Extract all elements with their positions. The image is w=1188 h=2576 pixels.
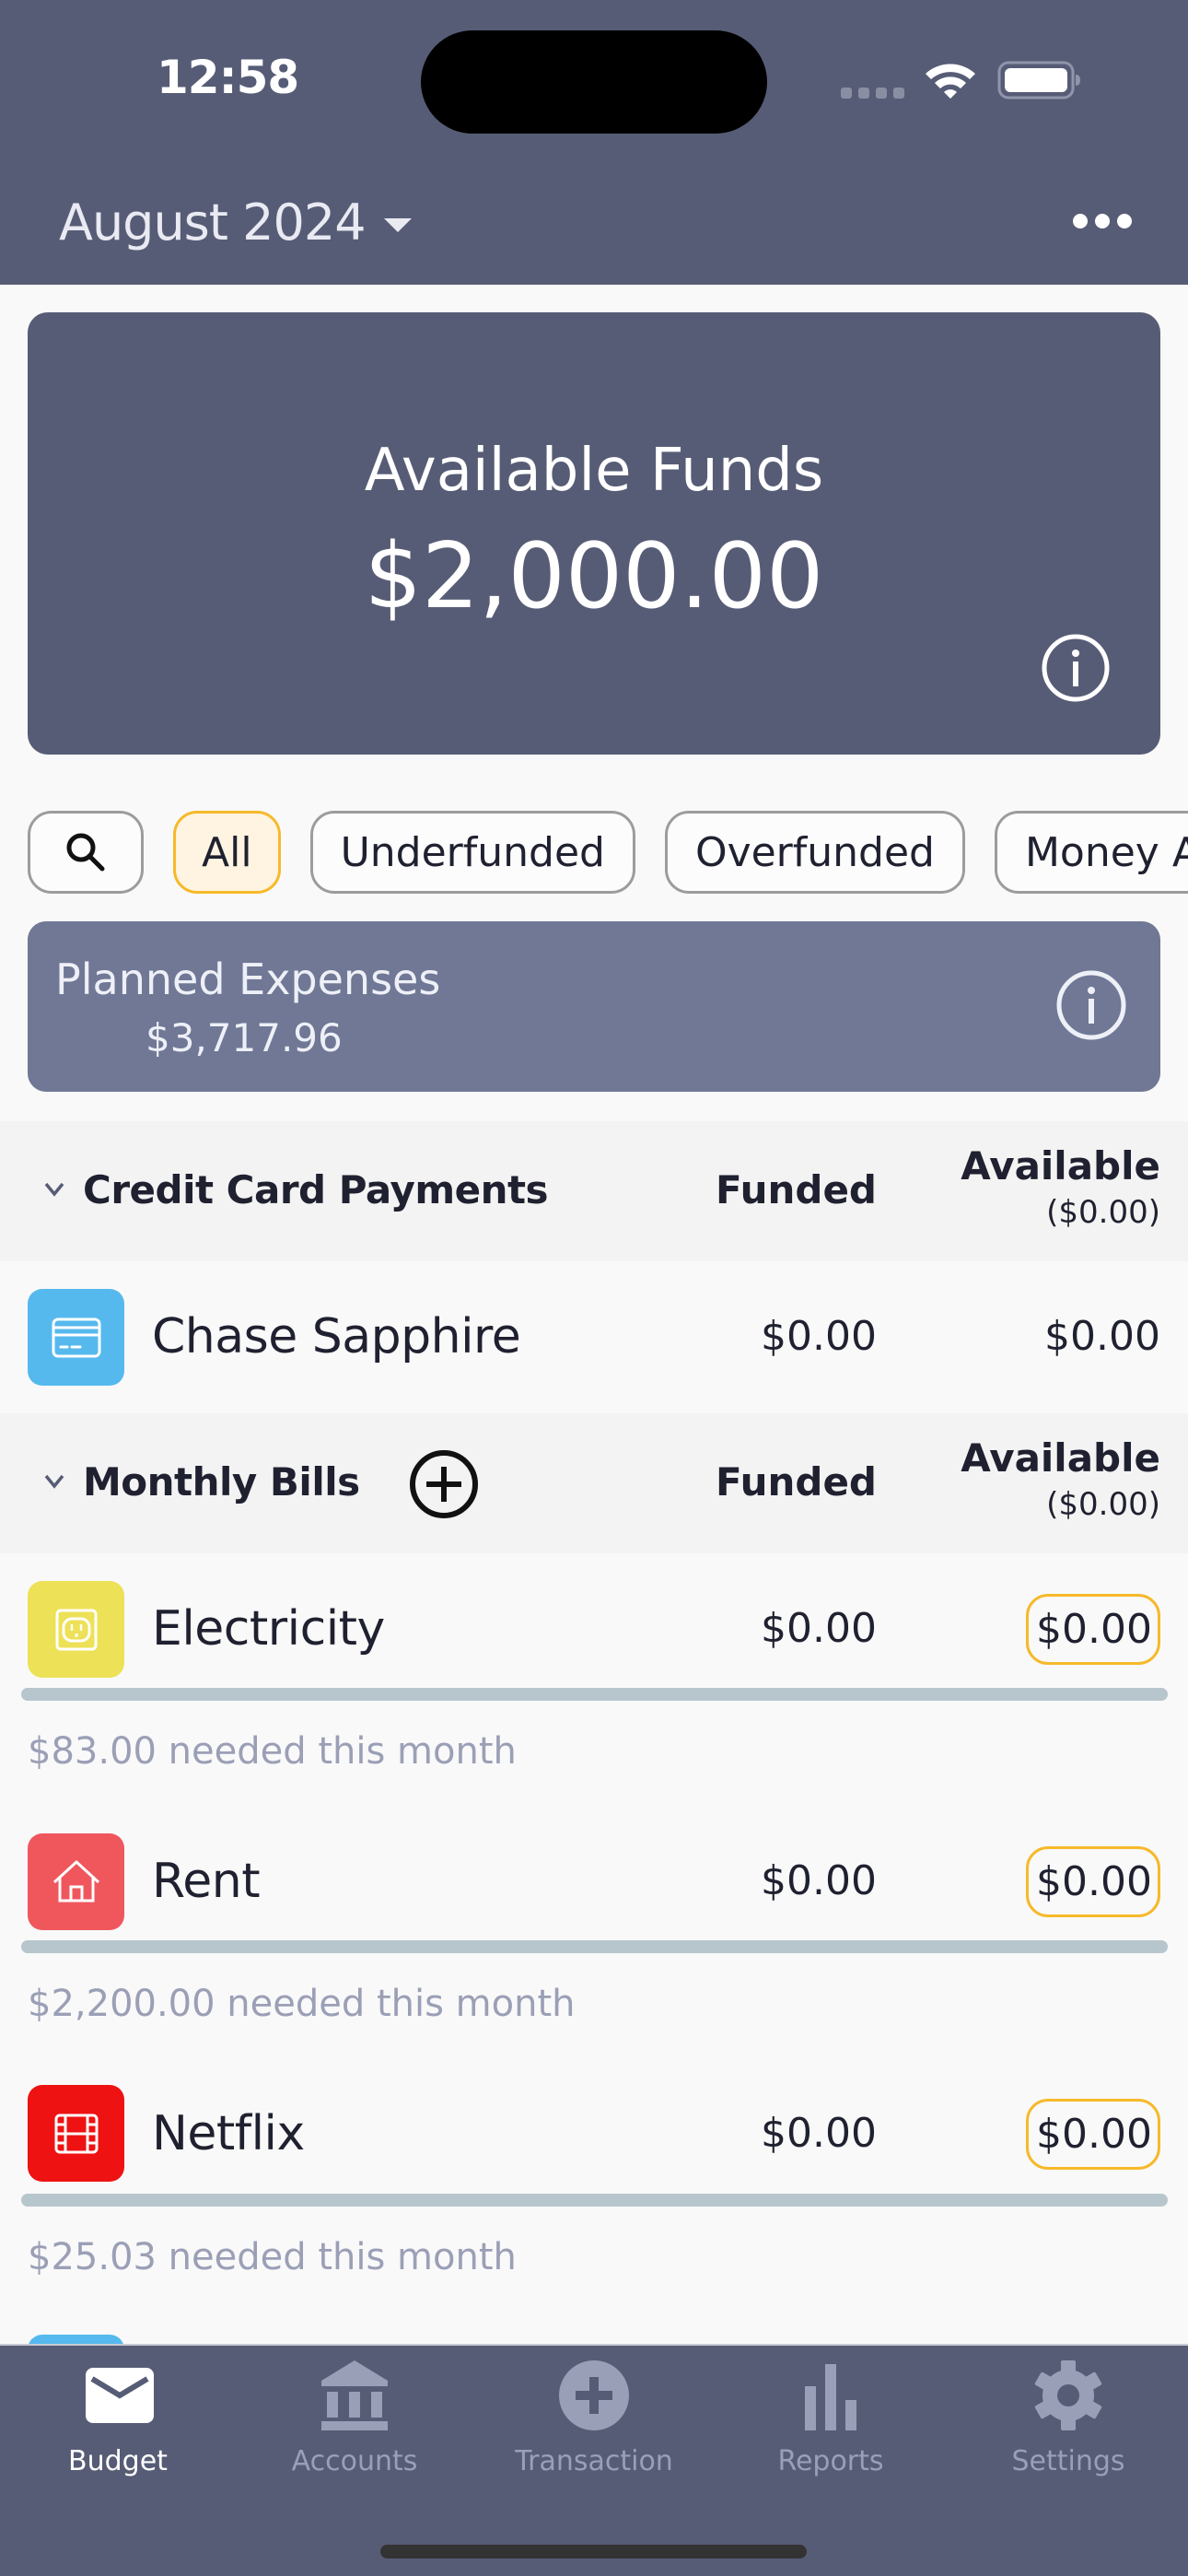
caret-down-icon	[383, 218, 412, 232]
status-time: 12:58	[157, 51, 299, 104]
more-horizontal-icon	[1073, 214, 1088, 228]
needed-this-month: $25.03 needed this month	[28, 2236, 517, 2278]
dynamic-island	[421, 30, 767, 134]
planned-expenses-amount: $3,717.96	[146, 1015, 343, 1060]
category-row-rent[interactable]: Rent $0.00 $0.00 $2,200.00 needed this m…	[0, 1804, 1188, 2055]
top-bar: 12:58 August 2024	[0, 0, 1188, 285]
info-icon[interactable]	[1055, 969, 1127, 1041]
group-header-monthly-bills: Monthly Bills Funded Available ($0.00)	[0, 1413, 1188, 1553]
power-outlet-icon	[55, 1609, 97, 1650]
tab-transaction[interactable]: Transaction	[502, 2359, 686, 2477]
group-header-credit-card-payments: Credit Card Payments Funded Available ($…	[0, 1121, 1188, 1261]
tab-label: Budget	[68, 2445, 168, 2477]
category-funded[interactable]: $0.00	[761, 1313, 877, 1360]
search-icon	[66, 833, 105, 872]
tab-label: Accounts	[291, 2445, 418, 2477]
gear-icon	[1034, 2360, 1102, 2430]
category-funded[interactable]: $0.00	[761, 1605, 877, 1652]
chevron-down-icon[interactable]	[41, 1175, 68, 1202]
category-row-electricity[interactable]: Electricity $0.00 $0.00 $83.00 needed th…	[0, 1553, 1188, 1804]
add-circle-icon	[559, 2360, 629, 2430]
month-label: August 2024	[59, 193, 367, 252]
info-icon[interactable]	[1041, 633, 1111, 703]
category-row-chase-sapphire[interactable]: Chase Sapphire $0.00 $0.00	[0, 1261, 1188, 1413]
filter-chip-overfunded[interactable]: Overfunded	[664, 811, 965, 894]
funded-column-label: Funded	[715, 1167, 877, 1212]
tab-accounts[interactable]: Accounts	[262, 2359, 447, 2477]
available-funds-title: Available Funds	[364, 437, 824, 505]
chevron-down-icon[interactable]	[41, 1467, 68, 1494]
filter-chip-all[interactable]: All	[173, 811, 281, 894]
tab-bar: Budget Accounts Transaction Reports Sett…	[0, 2344, 1188, 2576]
funding-progress-bar	[21, 1940, 1168, 1953]
category-icon-tile	[28, 1833, 124, 1930]
funding-progress-bar	[21, 2194, 1168, 2207]
bank-icon	[321, 2360, 388, 2430]
category-icon-tile	[28, 1289, 124, 1386]
category-name: Electricity	[152, 1601, 385, 1657]
battery-icon	[997, 61, 1080, 100]
category-available-pill[interactable]: $0.00	[1026, 1846, 1160, 1917]
add-circle-icon[interactable]	[408, 1448, 480, 1520]
search-button[interactable]	[28, 811, 144, 894]
category-funded[interactable]: $0.00	[761, 1857, 877, 1904]
month-picker[interactable]: August 2024	[59, 193, 412, 252]
available-column-label: Available	[961, 1143, 1160, 1188]
more-options-button[interactable]	[1073, 214, 1132, 228]
tab-label: Transaction	[515, 2445, 673, 2477]
category-icon-tile	[28, 1581, 124, 1678]
available-column-label: Available	[961, 1435, 1160, 1481]
category-icon-tile	[28, 2085, 124, 2182]
envelope-icon	[86, 2368, 154, 2423]
needed-this-month: $83.00 needed this month	[28, 1730, 517, 1773]
funding-progress-bar	[21, 1688, 1168, 1701]
available-column: Available ($0.00)	[961, 1435, 1160, 1523]
tab-label: Reports	[777, 2445, 884, 2477]
filter-chips: All Underfunded Overfunded Money Avai	[28, 811, 1188, 894]
funded-column-label: Funded	[715, 1459, 877, 1505]
category-name: Chase Sapphire	[152, 1309, 521, 1364]
available-funds-amount: $2,000.00	[364, 524, 824, 629]
category-available-pill[interactable]: $0.00	[1026, 2099, 1160, 2170]
category-available: $0.00	[1044, 1313, 1160, 1360]
home-indicator	[380, 2545, 807, 2558]
group-title[interactable]: Monthly Bills	[83, 1459, 360, 1505]
tab-reports[interactable]: Reports	[739, 2359, 923, 2477]
category-funded[interactable]: $0.00	[761, 2110, 877, 2157]
planned-expenses-title: Planned Expenses	[55, 954, 441, 1004]
available-column: Available ($0.00)	[961, 1143, 1160, 1231]
wifi-icon	[926, 64, 975, 99]
group-title[interactable]: Credit Card Payments	[83, 1167, 549, 1212]
needed-this-month: $2,200.00 needed this month	[28, 1983, 576, 2025]
available-funds-card: Available Funds $2,000.00	[28, 312, 1160, 755]
available-column-total: ($0.00)	[1046, 1486, 1160, 1523]
credit-card-icon	[52, 1317, 100, 1357]
cellular-signal-icon	[841, 88, 904, 99]
category-name: Rent	[152, 1854, 261, 1909]
bar-chart-icon	[805, 2364, 856, 2430]
filter-chip-money-available[interactable]: Money Avai	[994, 811, 1188, 894]
category-name: Netflix	[152, 2106, 305, 2161]
category-row-netflix[interactable]: Netflix $0.00 $0.00 $25.03 needed this m…	[0, 2055, 1188, 2335]
category-available-pill[interactable]: $0.00	[1026, 1594, 1160, 1665]
film-icon	[54, 2113, 98, 2153]
available-column-total: ($0.00)	[1046, 1194, 1160, 1231]
filter-chip-underfunded[interactable]: Underfunded	[309, 811, 635, 894]
planned-expenses-card: Planned Expenses $3,717.96	[28, 921, 1160, 1092]
house-icon	[52, 1860, 99, 1902]
tab-settings[interactable]: Settings	[976, 2359, 1160, 2477]
tab-budget[interactable]: Budget	[26, 2359, 210, 2477]
tab-label: Settings	[1011, 2445, 1125, 2477]
